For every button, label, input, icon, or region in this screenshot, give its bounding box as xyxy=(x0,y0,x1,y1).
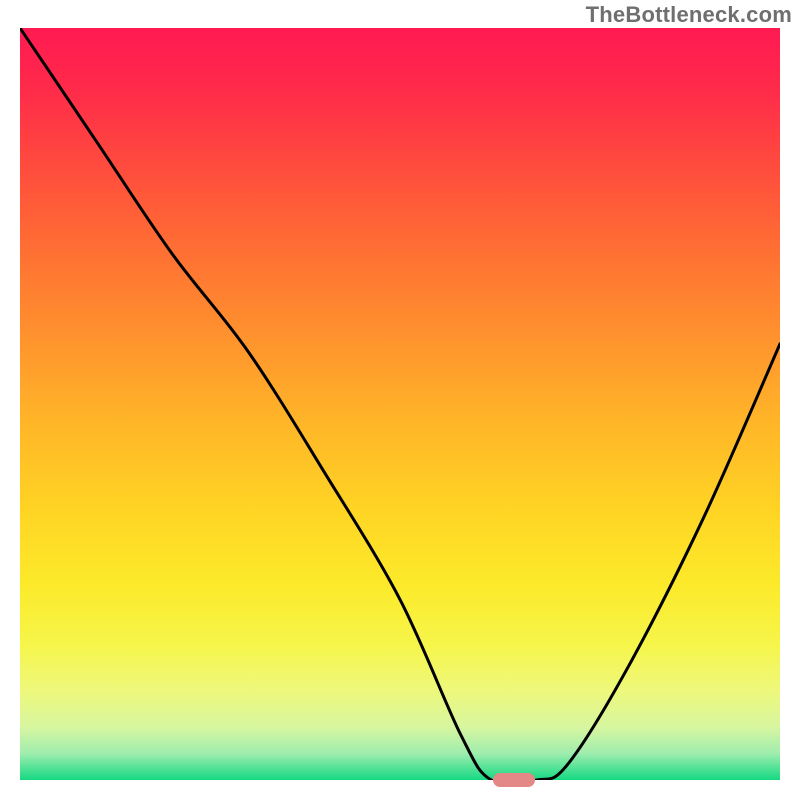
chart-stage: TheBottleneck.com xyxy=(0,0,800,800)
watermark-text: TheBottleneck.com xyxy=(586,2,792,28)
optimal-marker xyxy=(493,773,535,787)
bottleneck-curve xyxy=(20,28,780,780)
